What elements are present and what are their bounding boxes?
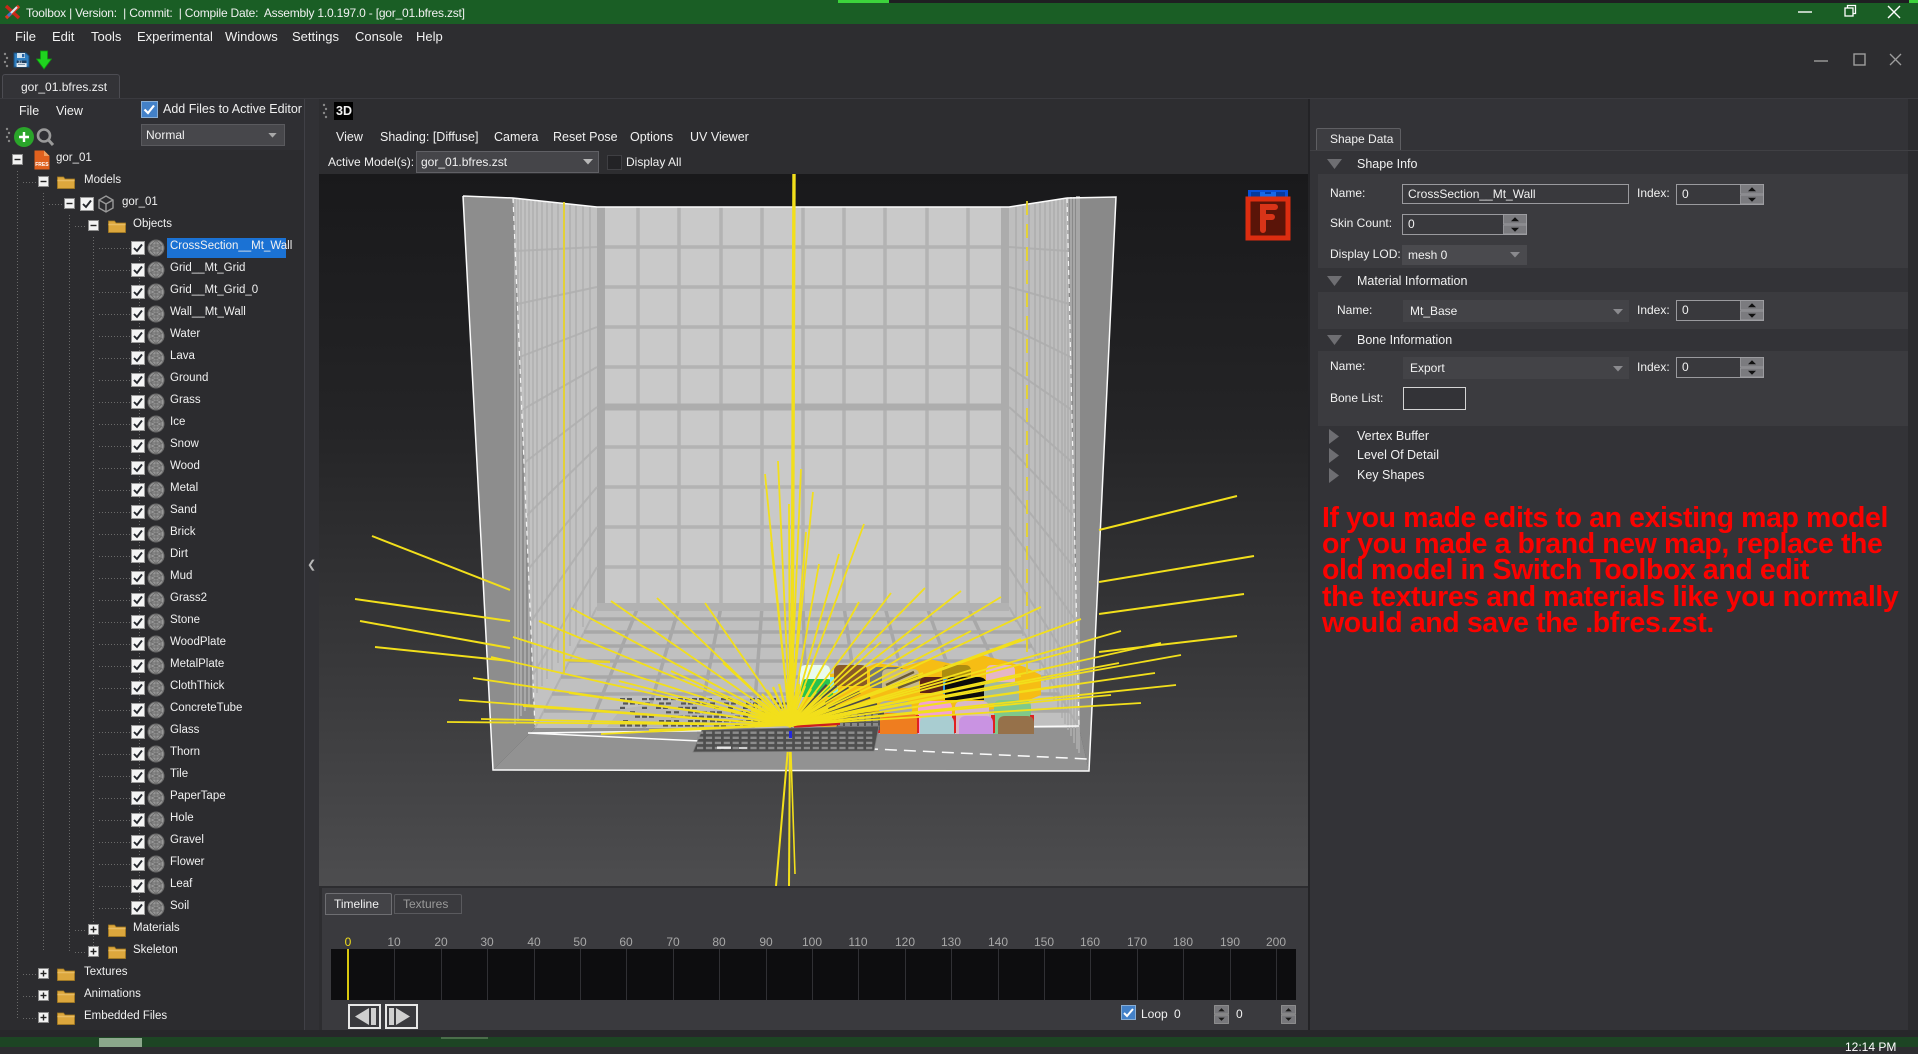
svg-text:50: 50 [573, 935, 587, 949]
svg-text:170: 170 [1127, 935, 1147, 949]
svg-text:120: 120 [895, 935, 915, 949]
svg-text:FRES: FRES [35, 162, 49, 168]
svg-text:140: 140 [988, 935, 1008, 949]
svg-text:20: 20 [434, 935, 448, 949]
svg-text:0: 0 [345, 935, 352, 949]
svg-text:100: 100 [802, 935, 822, 949]
svg-text:110: 110 [848, 935, 867, 949]
svg-text:30: 30 [480, 935, 494, 949]
svg-text:150: 150 [1034, 935, 1054, 949]
svg-text:60: 60 [619, 935, 633, 949]
svg-text:190: 190 [1220, 935, 1240, 949]
svg-text:10: 10 [387, 935, 401, 949]
svg-text:40: 40 [527, 935, 541, 949]
svg-text:130: 130 [941, 935, 961, 949]
svg-text:80: 80 [712, 935, 726, 949]
svg-text:70: 70 [666, 935, 680, 949]
svg-text:31: 31 [18, 60, 22, 64]
svg-text:180: 180 [1173, 935, 1193, 949]
svg-text:90: 90 [759, 935, 773, 949]
svg-text:200: 200 [1266, 935, 1286, 949]
svg-text:160: 160 [1080, 935, 1100, 949]
